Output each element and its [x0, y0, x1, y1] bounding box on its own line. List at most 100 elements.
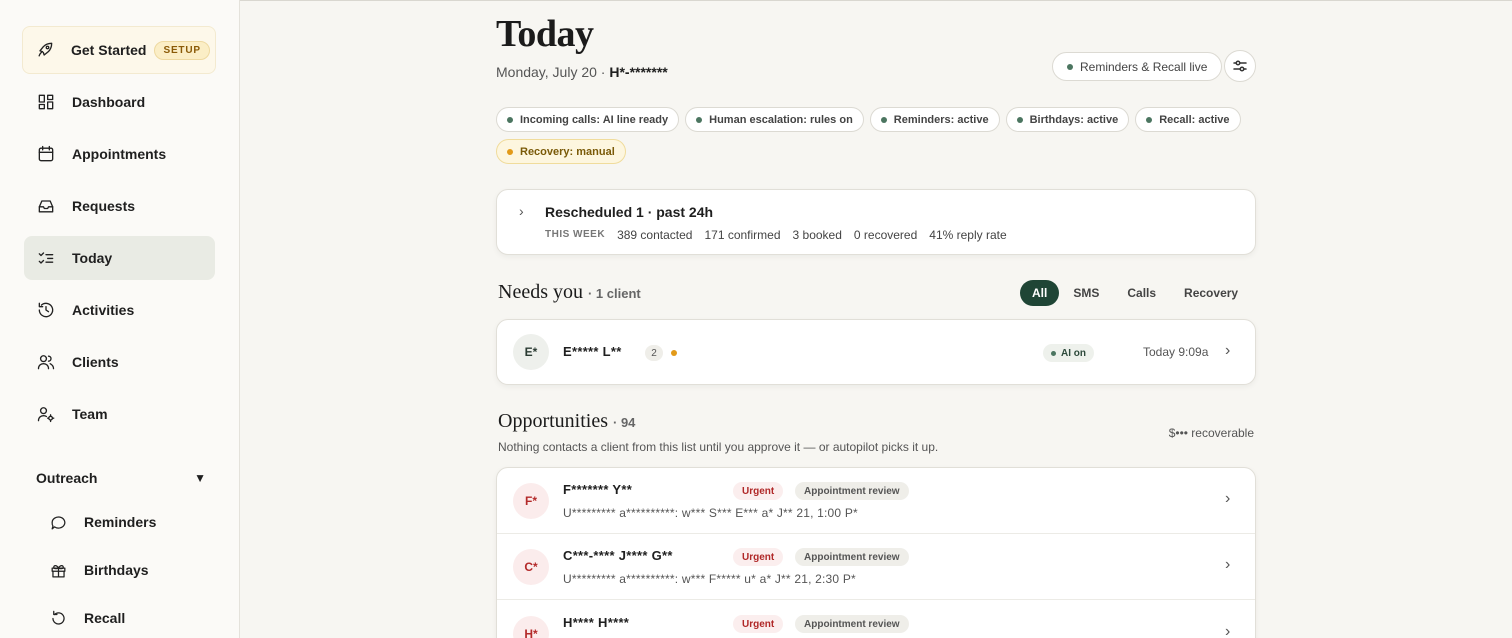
opportunity-detail: U********* a**********: w*** S*** E*** a… — [563, 506, 858, 520]
stat-recovered: 0 recovered — [853, 228, 918, 242]
status-pill-birthdays[interactable]: Birthdays: active — [1005, 107, 1130, 132]
opportunity-name: F******* Y** — [563, 482, 633, 497]
avatar: C* — [513, 549, 549, 585]
users-icon — [36, 352, 56, 372]
sidebar-item-dashboard[interactable]: Dashboard — [24, 80, 215, 124]
filter-tab-recovery[interactable]: Recovery — [1170, 280, 1252, 306]
status-dot — [1146, 116, 1153, 123]
this-week-label: THIS WEEK — [545, 229, 606, 240]
sidebar-item-clients[interactable]: Clients — [24, 340, 215, 384]
chat-bubble-icon — [48, 512, 68, 532]
ai-on-badge: AI on — [1043, 344, 1094, 362]
status-dot — [696, 116, 703, 123]
stat-contacted: 389 contacted — [617, 228, 693, 242]
current-date: Monday, July 20 — [496, 64, 597, 80]
outreach-section-toggle[interactable]: Outreach ▼ — [36, 468, 206, 488]
status-dot — [507, 148, 513, 155]
sliders-icon — [1233, 60, 1247, 72]
inbox-icon — [36, 196, 56, 216]
status-pill-reminders[interactable]: Reminders: active — [869, 107, 1000, 132]
chevron-right-icon: › — [1225, 490, 1231, 507]
opportunity-detail: U********* a**********: w*** F***** u* a… — [563, 572, 856, 586]
sidebar-item-requests[interactable]: Requests — [24, 184, 215, 228]
sidebar-item-reminders[interactable]: Reminders — [36, 504, 216, 540]
summary-stats: THIS WEEK 389 contacted 171 confirmed 3 … — [545, 228, 1007, 242]
status-pills-row-2: Recovery: manual — [496, 139, 626, 164]
sidebar: Get Started SETUP Dashboard Appointments… — [0, 0, 240, 638]
sidebar-item-birthdays[interactable]: Birthdays — [36, 552, 216, 588]
avatar: E* — [513, 334, 549, 370]
list-item[interactable]: C* C***-**** J**** G** Urgent Appointmen… — [497, 534, 1255, 600]
chevron-right-icon: › — [1225, 623, 1231, 638]
chevron-right-icon: › — [1225, 342, 1231, 359]
page-subtitle: Monday, July 20 · H*-******* — [496, 64, 668, 80]
chevron-right-icon: › — [1225, 556, 1231, 573]
status-dot — [1016, 116, 1023, 123]
status-label: Recall: active — [1159, 113, 1230, 126]
filter-tab-calls[interactable]: Calls — [1113, 280, 1170, 306]
avatar: F* — [513, 483, 549, 519]
sidebar-item-label: Birthdays — [84, 562, 149, 578]
sidebar-item-label: Recall — [84, 610, 126, 626]
list-item[interactable]: F* F******* Y** Urgent Appointment revie… — [497, 468, 1255, 534]
sidebar-item-team[interactable]: Team — [24, 392, 215, 436]
ai-label: AI on — [1061, 347, 1086, 359]
filter-settings-button[interactable] — [1224, 50, 1256, 82]
sidebar-item-recall[interactable]: Recall — [36, 600, 216, 636]
filter-tab-sms[interactable]: SMS — [1059, 280, 1113, 306]
user-gear-icon — [36, 404, 56, 424]
main-content: Today Monday, July 20 · H*-******* Remin… — [496, 0, 1256, 638]
opportunities-count: · 94 — [613, 415, 636, 430]
status-label: Incoming calls: AI line ready — [520, 113, 669, 126]
checklist-icon — [36, 248, 56, 268]
needs-you-filter-tabs: All SMS Calls Recovery — [1020, 280, 1252, 306]
status-label: Birthdays: active — [1029, 113, 1119, 126]
status-label: Recovery: manual — [520, 145, 615, 158]
filter-tab-all[interactable]: All — [1020, 280, 1060, 306]
message-count-badge: 2 — [645, 345, 663, 361]
sidebar-item-label: Clients — [72, 354, 119, 370]
status-dot — [880, 116, 887, 123]
weekly-summary-card[interactable]: › Rescheduled 1 · past 24h THIS WEEK 389… — [496, 189, 1256, 255]
sidebar-item-label: Appointments — [72, 146, 167, 162]
avatar: H* — [513, 616, 549, 638]
stat-booked: 3 booked — [792, 228, 842, 242]
needs-you-client-row[interactable]: E* E***** L** 2 AI on Today 9:09a › — [496, 319, 1256, 385]
type-badge: Appointment review — [795, 482, 909, 500]
urgent-badge: Urgent — [733, 548, 784, 566]
setup-badge: SETUP — [154, 40, 210, 60]
page-title: Today — [496, 13, 594, 55]
ai-status-dot — [1051, 350, 1056, 356]
live-label: Reminders & Recall live — [1080, 59, 1208, 74]
outreach-label: Outreach — [36, 470, 98, 486]
needs-you-heading: Needs you · 1 client — [498, 281, 641, 304]
sidebar-item-activities[interactable]: Activities — [24, 288, 215, 332]
status-pill-recovery[interactable]: Recovery: manual — [496, 139, 626, 164]
status-pill-incoming-calls[interactable]: Incoming calls: AI line ready — [496, 107, 680, 132]
status-pill-human-escalation[interactable]: Human escalation: rules on — [685, 107, 864, 132]
status-dot — [507, 116, 513, 123]
opportunity-name: H**** H**** — [563, 615, 630, 630]
sidebar-item-label: Today — [72, 250, 113, 266]
client-name: E***** L** — [563, 344, 622, 359]
sidebar-item-label: Activities — [72, 302, 135, 318]
gift-icon — [48, 560, 68, 580]
sidebar-item-today[interactable]: Today — [24, 236, 215, 280]
status-pills-row-1: Incoming calls: AI line ready Human esca… — [496, 107, 1241, 132]
stat-confirmed: 171 confirmed — [704, 228, 781, 242]
needs-you-count: · 1 client — [587, 286, 641, 301]
needs-you-title: Needs you — [498, 281, 583, 303]
caret-down-icon: ▼ — [194, 471, 206, 485]
history-icon — [36, 300, 56, 320]
type-badge: Appointment review — [795, 548, 909, 566]
recoverable-amount: $••• recoverable — [1168, 426, 1254, 440]
list-item[interactable]: H* H**** H**** Urgent Appointment review… — [497, 601, 1255, 638]
reminders-recall-live-badge[interactable]: Reminders & Recall live — [1052, 52, 1223, 81]
status-label: Human escalation: rules on — [709, 113, 853, 126]
sidebar-item-appointments[interactable]: Appointments — [24, 132, 215, 176]
sidebar-item-get-started[interactable]: Get Started SETUP — [22, 26, 216, 74]
opportunities-heading: Opportunities · 94 — [498, 410, 635, 433]
opportunities-description: Nothing contacts a client from this list… — [498, 440, 939, 454]
opportunities-title: Opportunities — [498, 410, 608, 432]
status-pill-recall[interactable]: Recall: active — [1135, 107, 1241, 132]
